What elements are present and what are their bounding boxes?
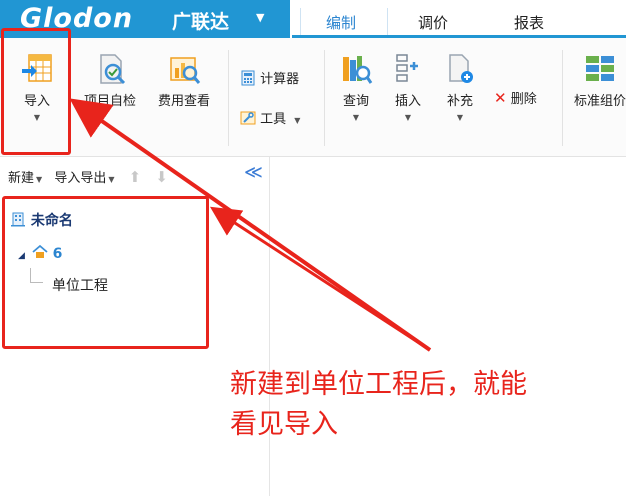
annotation-line-1: 新建到单位工程后，就能 [230,369,527,400]
annotation-arrow-to-tree [209,206,431,352]
annotation-line-2: 看见导入 [230,409,338,440]
annotation-arrow-to-import [69,98,432,352]
annotation-text: 新建到单位工程后，就能 看见导入 [230,365,610,445]
